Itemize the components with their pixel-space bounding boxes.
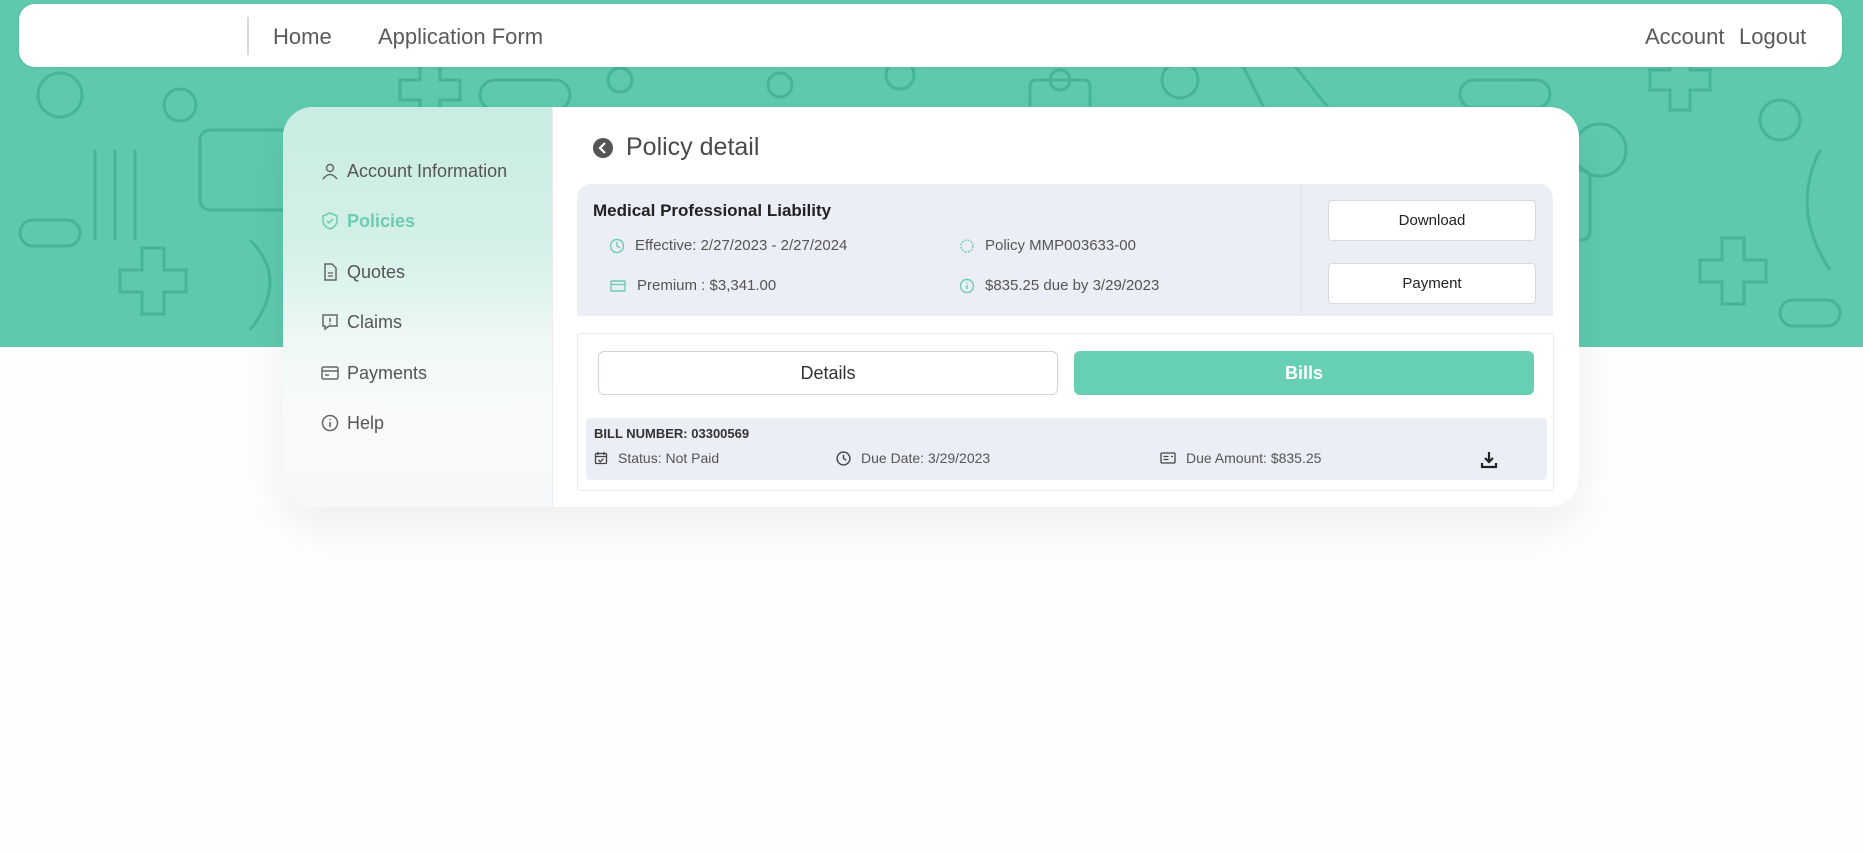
amount-due-text: $835.25 due by 3/29/2023 [985, 277, 1160, 294]
sidebar-item-account-information[interactable]: Account Information [321, 158, 507, 184]
effective-dates: Effective: 2/27/2023 - 2/27/2024 [609, 237, 847, 254]
shield-icon [322, 212, 338, 230]
nav-account-link[interactable]: Account [1645, 24, 1725, 50]
sidebar-item-label: Help [347, 412, 385, 433]
policy-number-text: Policy MMP003633-00 [985, 237, 1136, 254]
tab-bills[interactable]: Bills [1074, 351, 1534, 395]
sidebar-item-label: Policies [347, 210, 416, 231]
sidebar-item-claims[interactable]: Claims [321, 309, 402, 335]
policy-name: Medical Professional Liability [593, 201, 832, 220]
payment-button[interactable]: Payment [1328, 263, 1536, 304]
policy-summary: Medical Professional Liability Effective… [577, 184, 1553, 316]
page-header: Policy detail [592, 133, 759, 162]
card-icon [321, 366, 339, 380]
info-icon [321, 414, 339, 432]
credit-card-icon [610, 279, 626, 292]
nav-home-link[interactable]: Home [273, 24, 332, 50]
policy-card: Account Information Policies Quotes Clai… [283, 107, 1579, 507]
premium: Premium : $3,341.00 [609, 277, 776, 294]
panel-divider [1301, 184, 1302, 316]
bill-due-amount-text: Due Amount: $835.25 [1186, 450, 1322, 466]
sidebar: Account Information Policies Quotes Clai… [283, 107, 553, 507]
user-icon [322, 163, 338, 180]
nav-divider [247, 17, 249, 55]
bill-status-text: Status: Not Paid [618, 450, 720, 466]
premium-text: Premium : $3,341.00 [637, 277, 777, 294]
bill-number: BILL NUMBER: 03300569 [594, 426, 750, 441]
download-button[interactable]: Download [1328, 200, 1536, 241]
back-arrow-icon[interactable] [592, 137, 614, 159]
sidebar-item-label: Quotes [347, 261, 406, 282]
top-navbar: Home Application Form Account Logout [19, 4, 1842, 67]
bill-due-date: Due Date: 3/29/2023 [836, 450, 990, 466]
tab-details[interactable]: Details [598, 351, 1058, 395]
sidebar-item-quotes[interactable]: Quotes [321, 259, 405, 285]
sidebar-item-label: Account Information [347, 160, 508, 181]
download-icon[interactable] [1479, 450, 1499, 470]
bill-due-amount: Due Amount: $835.25 [1160, 450, 1321, 466]
clock-icon [609, 238, 625, 253]
sidebar-item-payments[interactable]: Payments [321, 360, 427, 386]
bill-row: BILL NUMBER: 03300569 Status: Not Paid D… [586, 418, 1547, 480]
sidebar-item-label: Payments [347, 362, 428, 383]
badge-icon [960, 238, 974, 253]
policy-number: Policy MMP003633-00 [959, 237, 1136, 254]
amount-due: $835.25 due by 3/29/2023 [959, 277, 1159, 294]
nav-application-form-link[interactable]: Application Form [378, 24, 543, 50]
tabs-container: Details Bills BILL NUMBER: 03300569 Stat… [577, 333, 1554, 491]
info-circle-icon [959, 278, 975, 293]
calendar-check-icon [594, 452, 608, 465]
sidebar-item-help[interactable]: Help [321, 410, 384, 436]
bill-due-date-text: Due Date: 3/29/2023 [861, 450, 991, 466]
document-icon [324, 263, 337, 281]
nav-logout-link[interactable]: Logout [1739, 24, 1806, 50]
effective-text: Effective: 2/27/2023 - 2/27/2024 [635, 237, 848, 254]
sidebar-item-label: Claims [347, 311, 403, 332]
message-alert-icon [322, 314, 338, 331]
clock-icon [836, 450, 851, 466]
sidebar-item-policies[interactable]: Policies [321, 208, 415, 234]
bill-status: Status: Not Paid [594, 450, 719, 466]
page-title: Policy detail [626, 133, 760, 161]
card-icon [1160, 452, 1176, 464]
